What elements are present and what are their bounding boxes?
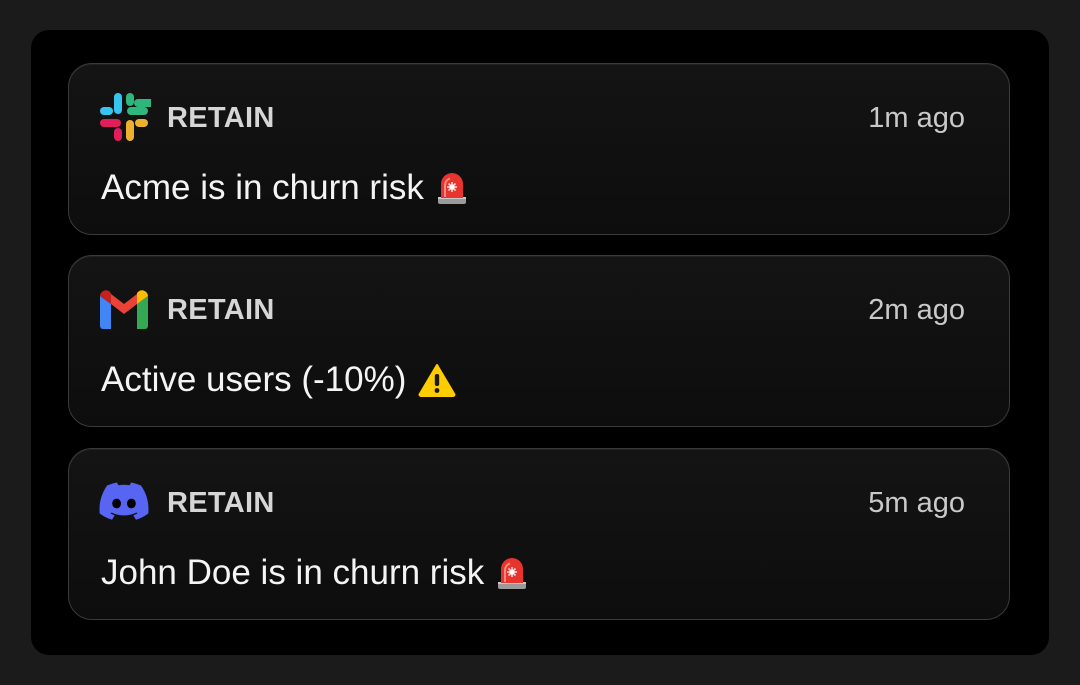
app-name: RETAIN xyxy=(167,294,275,326)
timestamp: 5m ago xyxy=(868,487,965,519)
notification-card-gmail[interactable]: RETAIN 2m ago Active users (-10%) xyxy=(68,255,1010,427)
notification-card-discord[interactable]: RETAIN 5m ago John Doe is in churn risk xyxy=(68,448,1010,620)
warning-emoji-icon xyxy=(418,363,456,397)
timestamp: 2m ago xyxy=(868,294,965,326)
message-text: Active users (-10%) xyxy=(101,360,407,399)
app-name: RETAIN xyxy=(167,487,275,519)
notification-panel: RETAIN 1m ago Acme is in churn risk RETA… xyxy=(31,30,1049,655)
notification-message: Acme is in churn risk xyxy=(101,168,468,208)
message-text: Acme is in churn risk xyxy=(101,168,424,207)
timestamp: 1m ago xyxy=(868,102,965,134)
slack-icon xyxy=(97,90,151,144)
notification-message: Active users (-10%) xyxy=(101,360,456,400)
siren-emoji-icon xyxy=(436,171,468,205)
message-text: John Doe is in churn risk xyxy=(101,553,485,592)
gmail-icon xyxy=(97,282,151,336)
notification-card-slack[interactable]: RETAIN 1m ago Acme is in churn risk xyxy=(68,63,1010,235)
discord-icon xyxy=(97,475,151,529)
notification-message: John Doe is in churn risk xyxy=(101,553,528,593)
app-name: RETAIN xyxy=(167,102,275,134)
siren-emoji-icon xyxy=(496,556,528,590)
